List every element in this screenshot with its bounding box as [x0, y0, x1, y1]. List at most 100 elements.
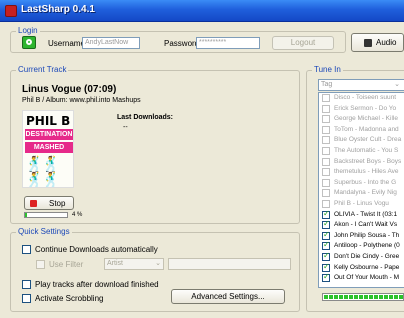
- progress-segment: [354, 295, 358, 299]
- current-track-group-label: Current Track: [16, 65, 69, 74]
- progress-segment: [339, 295, 343, 299]
- track-label: Kelly Osbourne - Pape: [334, 263, 400, 271]
- track-checkbox[interactable]: [322, 178, 330, 187]
- logout-button[interactable]: Logout: [272, 36, 334, 50]
- advanced-settings-button[interactable]: Advanced Settings...: [171, 289, 285, 304]
- use-filter-label: Use Filter: [49, 260, 84, 269]
- login-group-label: Login: [16, 26, 40, 35]
- audio-button-label: Audio: [376, 38, 397, 47]
- track-checkbox[interactable]: [322, 230, 330, 240]
- track-list-item[interactable]: Out Of Your Mouth - M: [319, 272, 404, 284]
- login-status-icon: [22, 36, 36, 49]
- track-list-item[interactable]: The Automatic - You S: [319, 146, 404, 157]
- track-list-item[interactable]: OLIVIA - Twist It (03:1: [319, 209, 404, 221]
- download-progress-text: 4 %: [72, 212, 83, 218]
- username-label: Username: [48, 39, 85, 48]
- track-label: The Automatic - You S: [334, 146, 399, 154]
- progress-segment: [379, 295, 383, 299]
- track-list-item[interactable]: Superbus - Into the G: [319, 178, 404, 189]
- track-list-item[interactable]: Disco - Toiseen suunt: [319, 93, 404, 104]
- track-checkbox[interactable]: [322, 168, 330, 177]
- track-checkbox[interactable]: [322, 157, 330, 166]
- track-label: John Philip Sousa - Th: [334, 231, 400, 239]
- progress-segment: [384, 295, 388, 299]
- progress-segment: [399, 295, 403, 299]
- play-tracks-label: Play tracks after download finished: [35, 280, 159, 289]
- track-list-item[interactable]: John Philip Sousa - Th: [319, 230, 404, 242]
- continue-downloads-checkbox[interactable]: [22, 245, 31, 254]
- stop-button[interactable]: Stop: [24, 196, 74, 210]
- audio-button[interactable]: Audio: [351, 33, 404, 52]
- track-label: OLIVIA - Twist It (03:1: [334, 210, 398, 218]
- track-list-item[interactable]: ToTom - Madonna and: [319, 125, 404, 136]
- chevron-down-icon: ⌄: [394, 81, 400, 88]
- track-label: George Michael - Kille: [334, 115, 398, 123]
- track-checkbox[interactable]: [322, 94, 330, 102]
- progress-segment: [334, 295, 338, 299]
- track-list-item[interactable]: Backstreet Boys - Boys: [319, 157, 404, 168]
- tune-in-track-list: Disco - Toiseen suunt Erick Sermon - Do Y…: [318, 92, 404, 288]
- tune-in-select-value: Tag: [321, 81, 333, 88]
- track-checkbox[interactable]: [322, 219, 330, 230]
- logout-button-label: Logout: [290, 38, 316, 47]
- track-title: Linus Vogue (07:09): [22, 84, 117, 95]
- password-field[interactable]: **********: [196, 37, 260, 49]
- track-label: Backstreet Boys - Boys: [334, 157, 402, 165]
- track-checkbox[interactable]: [322, 104, 330, 113]
- app-window: LastSharp 0.4.1 Login Username AndyLastN…: [0, 0, 404, 318]
- track-list-item[interactable]: Kelly Osbourne - Pape: [319, 262, 404, 274]
- progress-segment: [359, 295, 363, 299]
- track-checkbox[interactable]: [322, 115, 330, 124]
- track-list-item[interactable]: Antiloop - Polythene (0: [319, 240, 404, 252]
- audio-icon: [364, 39, 372, 47]
- track-checkbox[interactable]: [322, 251, 330, 262]
- progress-segment: [374, 295, 378, 299]
- album-art-dancers: 🕺🕺🕺🕺: [25, 156, 60, 188]
- last-downloads-value: --: [123, 124, 128, 131]
- tune-in-select[interactable]: Tag ⌄: [318, 79, 404, 91]
- app-logo-icon: [5, 5, 17, 17]
- track-checkbox[interactable]: [322, 272, 330, 283]
- track-list-item[interactable]: Blue Oyster Cult - Drea: [319, 135, 404, 146]
- filter-value-field[interactable]: [168, 258, 291, 270]
- activate-scrobbling-label: Activate Scrobbling: [35, 294, 104, 303]
- track-list-item[interactable]: Don't Die Cindy - Gree: [319, 251, 404, 263]
- track-checkbox[interactable]: [322, 189, 330, 198]
- track-checkbox[interactable]: [322, 262, 330, 272]
- track-label: Akon - I Can't Wait Vs: [334, 221, 398, 229]
- continue-downloads-label: Continue Downloads automatically: [35, 245, 158, 254]
- track-list-item[interactable]: George Michael - Kille: [319, 114, 404, 125]
- track-label: Antiloop - Polythene (0: [334, 242, 400, 250]
- progress-segment: [369, 295, 373, 299]
- track-list-item[interactable]: themetulus - Hiles Ave: [319, 167, 404, 178]
- filter-type-select[interactable]: Artist ⌄: [104, 258, 164, 270]
- track-checkbox[interactable]: [322, 209, 330, 219]
- track-list-item[interactable]: Phil B - Linus Vogu: [319, 199, 404, 210]
- chevron-down-icon: ⌄: [155, 260, 161, 267]
- username-field[interactable]: AndyLastNow: [82, 37, 140, 49]
- quick-settings-group-label: Quick Settings: [16, 227, 72, 236]
- track-list-item[interactable]: Akon - I Can't Wait Vs: [319, 219, 404, 231]
- progress-segment: [364, 295, 368, 299]
- activate-scrobbling-checkbox[interactable]: [22, 294, 31, 303]
- play-tracks-checkbox[interactable]: [22, 280, 31, 289]
- track-list-item[interactable]: Erick Sermon - Do Yo: [319, 104, 404, 115]
- progress-segment: [394, 295, 398, 299]
- tune-in-progress-bar: [322, 293, 404, 301]
- track-list-item[interactable]: Mandalyna - Evily Nig: [319, 188, 404, 199]
- track-label: Superbus - Into the G: [334, 178, 397, 186]
- tune-in-group-label: Tune In: [312, 65, 343, 74]
- track-checkbox[interactable]: [322, 240, 330, 251]
- track-checkbox[interactable]: [322, 199, 330, 208]
- track-checkbox[interactable]: [322, 125, 330, 134]
- stop-button-label: Stop: [49, 199, 66, 208]
- track-checkbox[interactable]: [322, 146, 330, 155]
- track-checkbox[interactable]: [322, 136, 330, 145]
- track-label: Mandalyna - Evily Nig: [334, 189, 397, 197]
- track-label: Erick Sermon - Do Yo: [334, 104, 397, 112]
- track-label: Blue Oyster Cult - Drea: [334, 136, 402, 144]
- password-label: Password: [164, 39, 200, 48]
- use-filter-checkbox[interactable]: [36, 260, 45, 269]
- filter-type-select-value: Artist: [107, 260, 123, 267]
- title-bar[interactable]: LastSharp 0.4.1: [0, 0, 404, 22]
